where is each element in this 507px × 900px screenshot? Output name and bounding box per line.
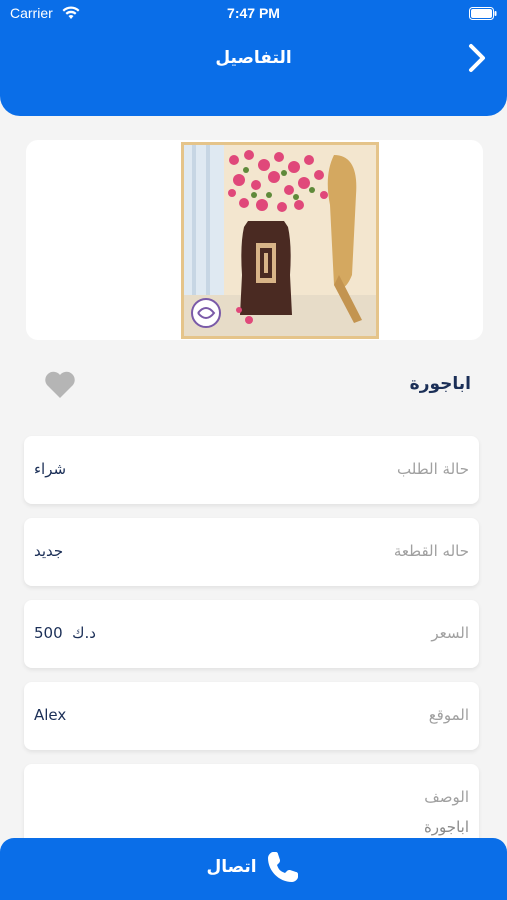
description-text: اباجورة [423, 818, 469, 836]
battery-icon [469, 7, 497, 20]
detail-row-price: السعر 500 د.ك [24, 600, 479, 668]
detail-value: Alex [34, 706, 67, 724]
product-image[interactable] [181, 142, 379, 339]
details-screen: Carrier 7:47 PM التفاصيل اباجورة حالة ال… [0, 0, 507, 900]
chevron-right-icon [469, 44, 485, 72]
detail-label: السعر [431, 624, 469, 642]
page-title: التفاصيل [215, 48, 292, 68]
detail-value: شراء [34, 460, 67, 478]
description-label: الوصف [424, 788, 469, 806]
detail-value: 500 د.ك [34, 624, 96, 642]
product-name: اباجورة [409, 374, 471, 394]
detail-label: حالة الطلب [397, 460, 469, 478]
detail-label: حاله القطعة [393, 542, 469, 560]
back-button[interactable] [465, 42, 489, 74]
call-button[interactable]: اتصال [0, 838, 507, 900]
detail-value: جديد [34, 542, 64, 560]
call-button-label: اتصال [206, 857, 257, 877]
status-bar: Carrier 7:47 PM [0, 0, 507, 28]
detail-row-order-status: حالة الطلب شراء [24, 436, 479, 504]
product-image-card [26, 140, 483, 340]
heart-icon[interactable] [44, 370, 76, 400]
detail-row-location: الموقع Alex [24, 682, 479, 750]
header: Carrier 7:47 PM التفاصيل [0, 0, 507, 116]
detail-row-condition: حاله القطعة جديد [24, 518, 479, 586]
vase-illustration [184, 145, 376, 336]
status-time: 7:47 PM [227, 5, 280, 21]
detail-label: الموقع [428, 706, 469, 724]
phone-icon [267, 852, 298, 882]
